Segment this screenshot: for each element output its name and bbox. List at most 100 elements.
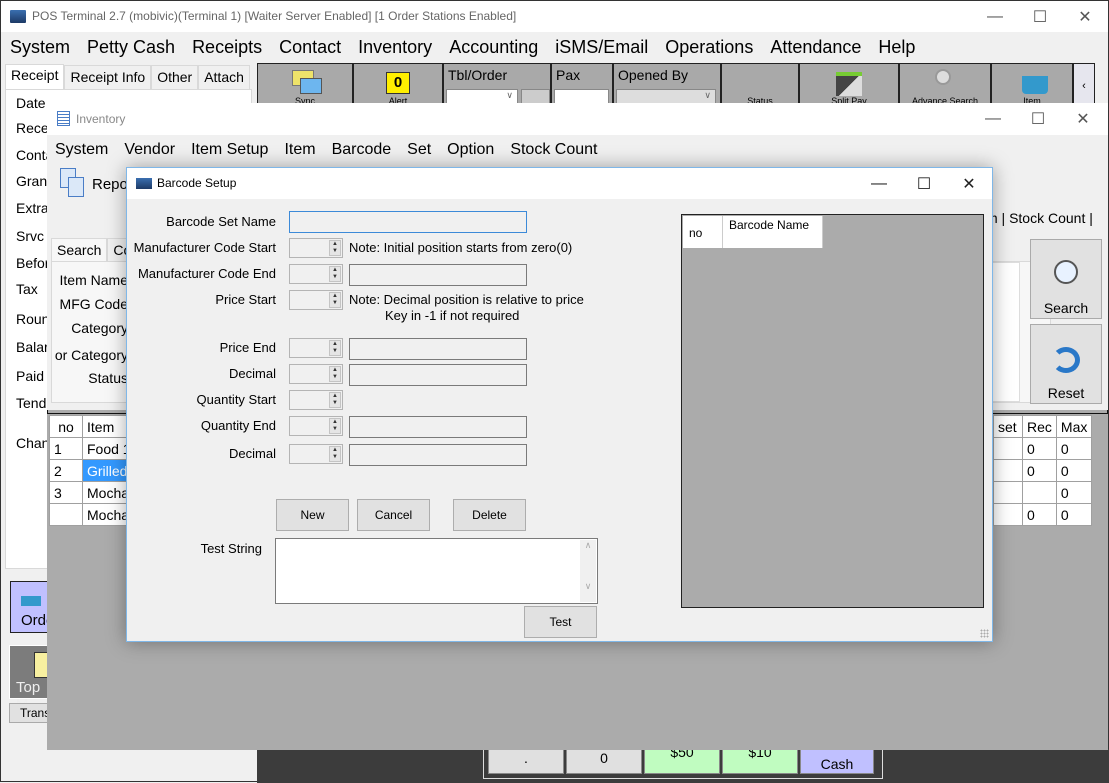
label-category: Category — [71, 320, 128, 336]
menu-help[interactable]: Help — [869, 32, 923, 62]
report-icon[interactable] — [60, 168, 86, 198]
menu-inventory[interactable]: Inventory — [349, 32, 440, 62]
inv-menu-item[interactable]: Item — [276, 135, 323, 165]
key-dot[interactable]: . — [488, 749, 564, 774]
search-field-edge — [990, 262, 1020, 402]
inv-menu-vendor[interactable]: Vendor — [116, 135, 183, 165]
search-label: Search — [1043, 300, 1089, 316]
delete-button[interactable]: Delete — [453, 499, 526, 531]
close-button[interactable]: ✕ — [1062, 1, 1108, 32]
order-button[interactable]: Orde — [10, 581, 54, 633]
inventory-icon — [57, 111, 70, 126]
menu-petty-cash[interactable]: Petty Cash — [78, 32, 183, 62]
quantity-end-spinner[interactable]: ▲ ▼ — [289, 416, 343, 436]
mfg-code-end-spinner[interactable]: ▲ ▼ — [289, 264, 343, 284]
reset-button[interactable]: Reset — [1030, 324, 1102, 404]
maximize-button[interactable]: ☐ — [1017, 1, 1063, 32]
new-button[interactable]: New — [276, 499, 349, 531]
search-button[interactable]: Search — [1030, 239, 1102, 319]
test-button[interactable]: Test — [524, 606, 597, 638]
price-end-spinner[interactable]: ▲ ▼ — [289, 338, 343, 358]
tab-attach[interactable]: Attach — [198, 65, 250, 89]
item-button[interactable]: Item — [991, 63, 1073, 107]
table-row[interactable]: 1 Food 1 — [49, 437, 136, 460]
report-label[interactable]: Repo — [92, 176, 128, 193]
inv-menu-stock-count[interactable]: Stock Count — [502, 135, 605, 165]
inventory-maximize-button[interactable]: ☐ — [1015, 103, 1061, 134]
inv-menu-set[interactable]: Set — [399, 135, 439, 165]
dialog-minimize-button[interactable]: — — [856, 168, 902, 199]
inventory-close-button[interactable]: ✕ — [1060, 103, 1106, 134]
price-start-spinner[interactable]: ▲ ▼ — [289, 290, 343, 310]
key-50[interactable]: $50 — [644, 749, 720, 774]
stock-count-link[interactable]: m | Stock Count | — [986, 210, 1093, 226]
split-pay-button[interactable]: Split Pay — [799, 63, 899, 107]
menu-attendance[interactable]: Attendance — [761, 32, 869, 62]
top-menu-button[interactable]: Top M — [9, 645, 49, 713]
menu-isms-email[interactable]: iSMS/Email — [546, 32, 656, 62]
tab-receipt[interactable]: Receipt — [5, 64, 65, 89]
spinner-arrows-icon[interactable]: ▲ ▼ — [329, 266, 341, 282]
resize-grip-icon[interactable] — [980, 629, 989, 638]
menu-receipts[interactable]: Receipts — [183, 32, 270, 62]
inv-menu-system[interactable]: System — [47, 135, 116, 165]
table-row[interactable]: 0 0 — [993, 503, 1093, 526]
spinner-arrows-icon[interactable]: ▲ ▼ — [329, 418, 341, 434]
label-srvc: Srvc — [16, 228, 44, 244]
col-no[interactable]: no — [683, 216, 723, 248]
cash-button[interactable]: Cash — [800, 749, 874, 774]
transaction-button[interactable]: Transa — [9, 703, 49, 723]
table-row[interactable]: Mocha — [49, 503, 136, 526]
tab-receipt-info[interactable]: Receipt Info — [64, 65, 152, 89]
inv-menu-barcode[interactable]: Barcode — [324, 135, 400, 165]
label-price-end: Price End — [219, 340, 276, 355]
spinner-arrows-icon[interactable]: ▲ ▼ — [329, 240, 341, 256]
status-button[interactable]: Status — [721, 63, 799, 107]
quantity-start-spinner[interactable]: ▲ ▼ — [289, 390, 343, 410]
test-string-textarea[interactable]: ∧ ∨ — [275, 538, 598, 604]
col-barcode-name[interactable]: Barcode Name — [723, 216, 823, 248]
col-set[interactable]: set — [993, 415, 1023, 438]
textarea-scrollbar[interactable]: ∧ ∨ — [580, 540, 596, 602]
menu-operations[interactable]: Operations — [656, 32, 761, 62]
price-decimal-spinner[interactable]: ▲ ▼ — [289, 364, 343, 384]
dialog-close-button[interactable]: ✕ — [946, 168, 992, 199]
spinner-arrows-icon[interactable]: ▲ ▼ — [329, 392, 341, 408]
spinner-arrows-icon[interactable]: ▲ ▼ — [329, 340, 341, 356]
label-round: Roun — [16, 311, 50, 327]
minimize-button[interactable]: — — [972, 1, 1018, 32]
advance-search-button[interactable]: Advance Search — [899, 63, 991, 107]
barcode-set-name-input[interactable] — [289, 211, 527, 233]
col-max[interactable]: Max — [1055, 415, 1093, 438]
key-10[interactable]: $10 — [722, 749, 798, 774]
inv-menu-item-setup[interactable]: Item Setup — [183, 135, 276, 165]
toolbar-scroll-left[interactable]: ‹ — [1073, 63, 1095, 107]
spinner-arrows-icon[interactable]: ▲ ▼ — [329, 446, 341, 462]
table-row[interactable]: 0 — [993, 481, 1093, 504]
label-paid: Paid — [16, 368, 45, 384]
sync-button[interactable]: Sync — [257, 63, 353, 107]
tab-other[interactable]: Other — [151, 65, 199, 89]
mfg-code-start-spinner[interactable]: ▲ ▼ — [289, 238, 343, 258]
inventory-title: Inventory — [76, 112, 126, 126]
dialog-maximize-button[interactable]: ☐ — [901, 168, 947, 199]
cancel-button[interactable]: Cancel — [357, 499, 430, 531]
alert-button[interactable]: 0 Alert — [353, 63, 443, 107]
inv-menu-option[interactable]: Option — [439, 135, 502, 165]
menu-system[interactable]: System — [1, 32, 78, 62]
quantity-decimal-spinner[interactable]: ▲ ▼ — [289, 444, 343, 464]
menu-contact[interactable]: Contact — [270, 32, 349, 62]
table-row[interactable]: 2 Grilled — [49, 459, 136, 482]
spinner-arrows-icon[interactable]: ▲ ▼ — [329, 292, 341, 308]
col-reorder[interactable]: Rec — [1022, 415, 1057, 438]
cell-set — [993, 459, 1023, 482]
spinner-arrows-icon[interactable]: ▲ ▼ — [329, 366, 341, 382]
col-no[interactable]: no — [49, 415, 83, 438]
key-0[interactable]: 0 — [566, 749, 642, 774]
menu-accounting[interactable]: Accounting — [440, 32, 546, 62]
inventory-minimize-button[interactable]: — — [970, 103, 1016, 134]
tab-search[interactable]: Search — [51, 238, 108, 261]
table-row[interactable]: 3 Mocha — [49, 481, 136, 504]
table-row[interactable]: 0 0 — [993, 437, 1093, 460]
table-row[interactable]: 0 0 — [993, 459, 1093, 482]
